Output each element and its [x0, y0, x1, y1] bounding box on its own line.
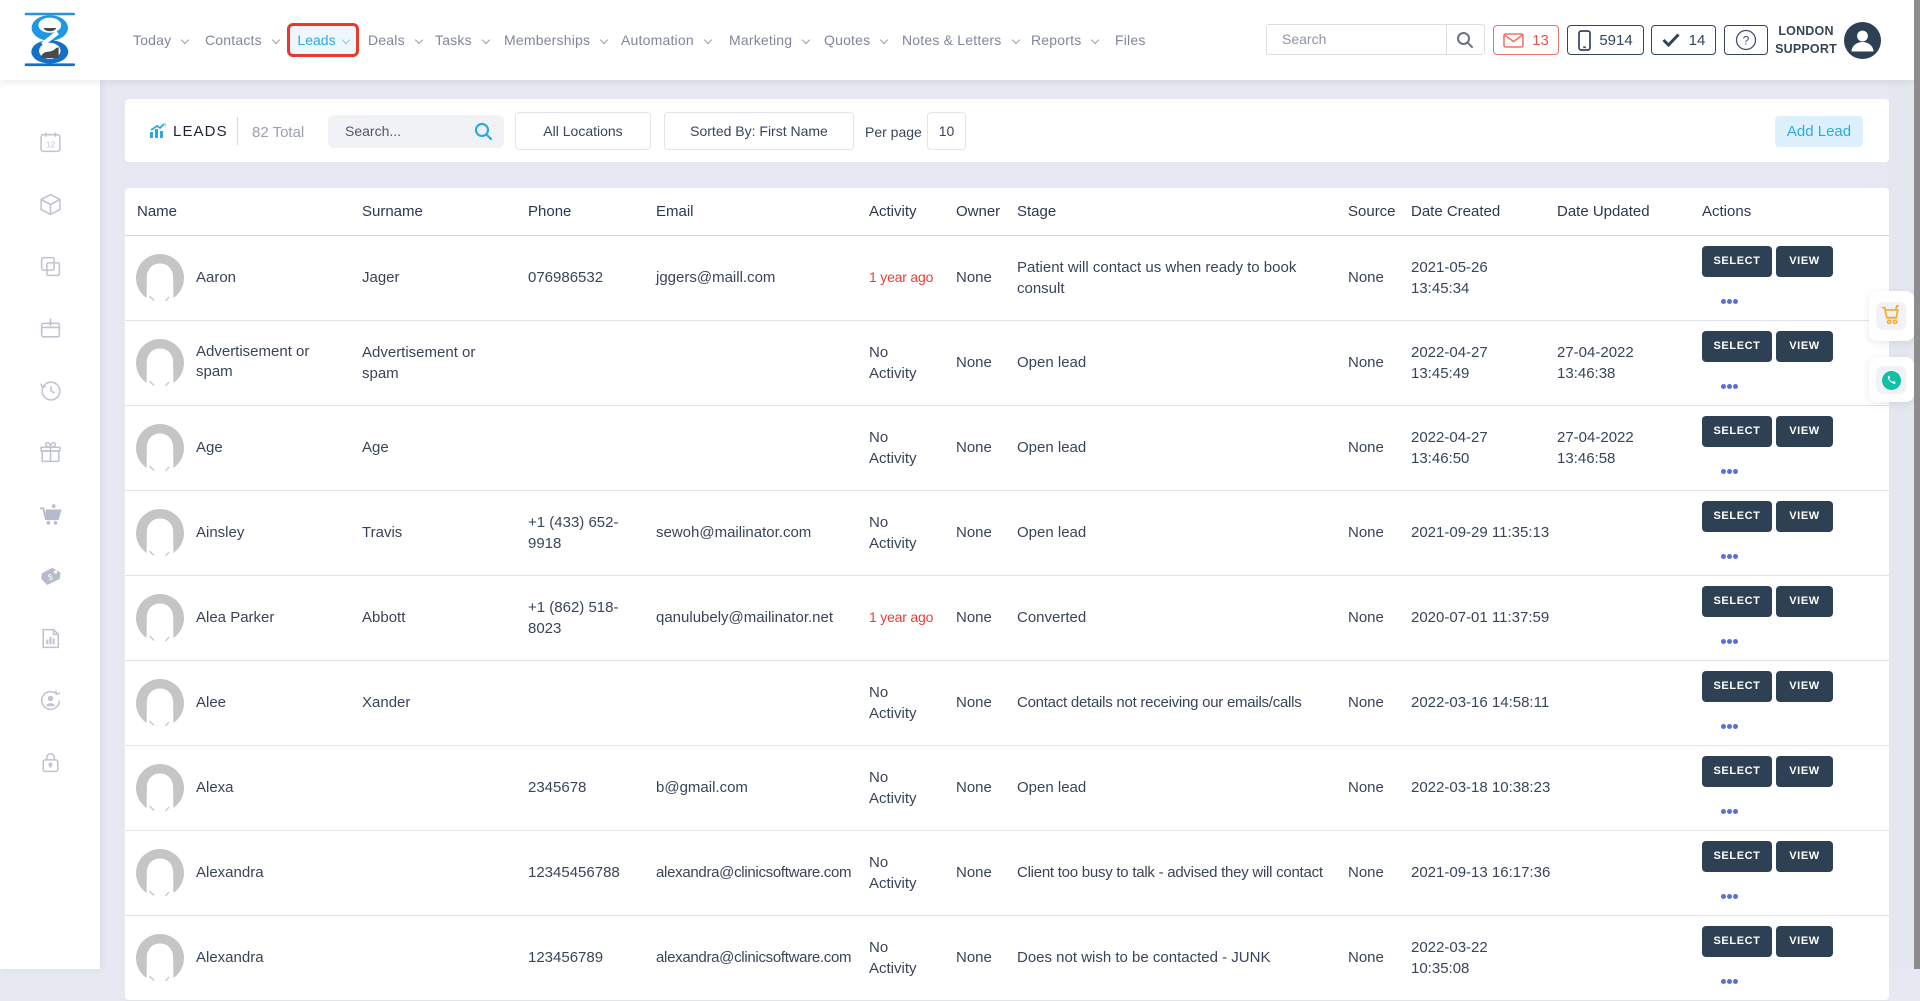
svg-text:12: 12 — [46, 140, 56, 150]
svg-text:?: ? — [1743, 34, 1750, 48]
